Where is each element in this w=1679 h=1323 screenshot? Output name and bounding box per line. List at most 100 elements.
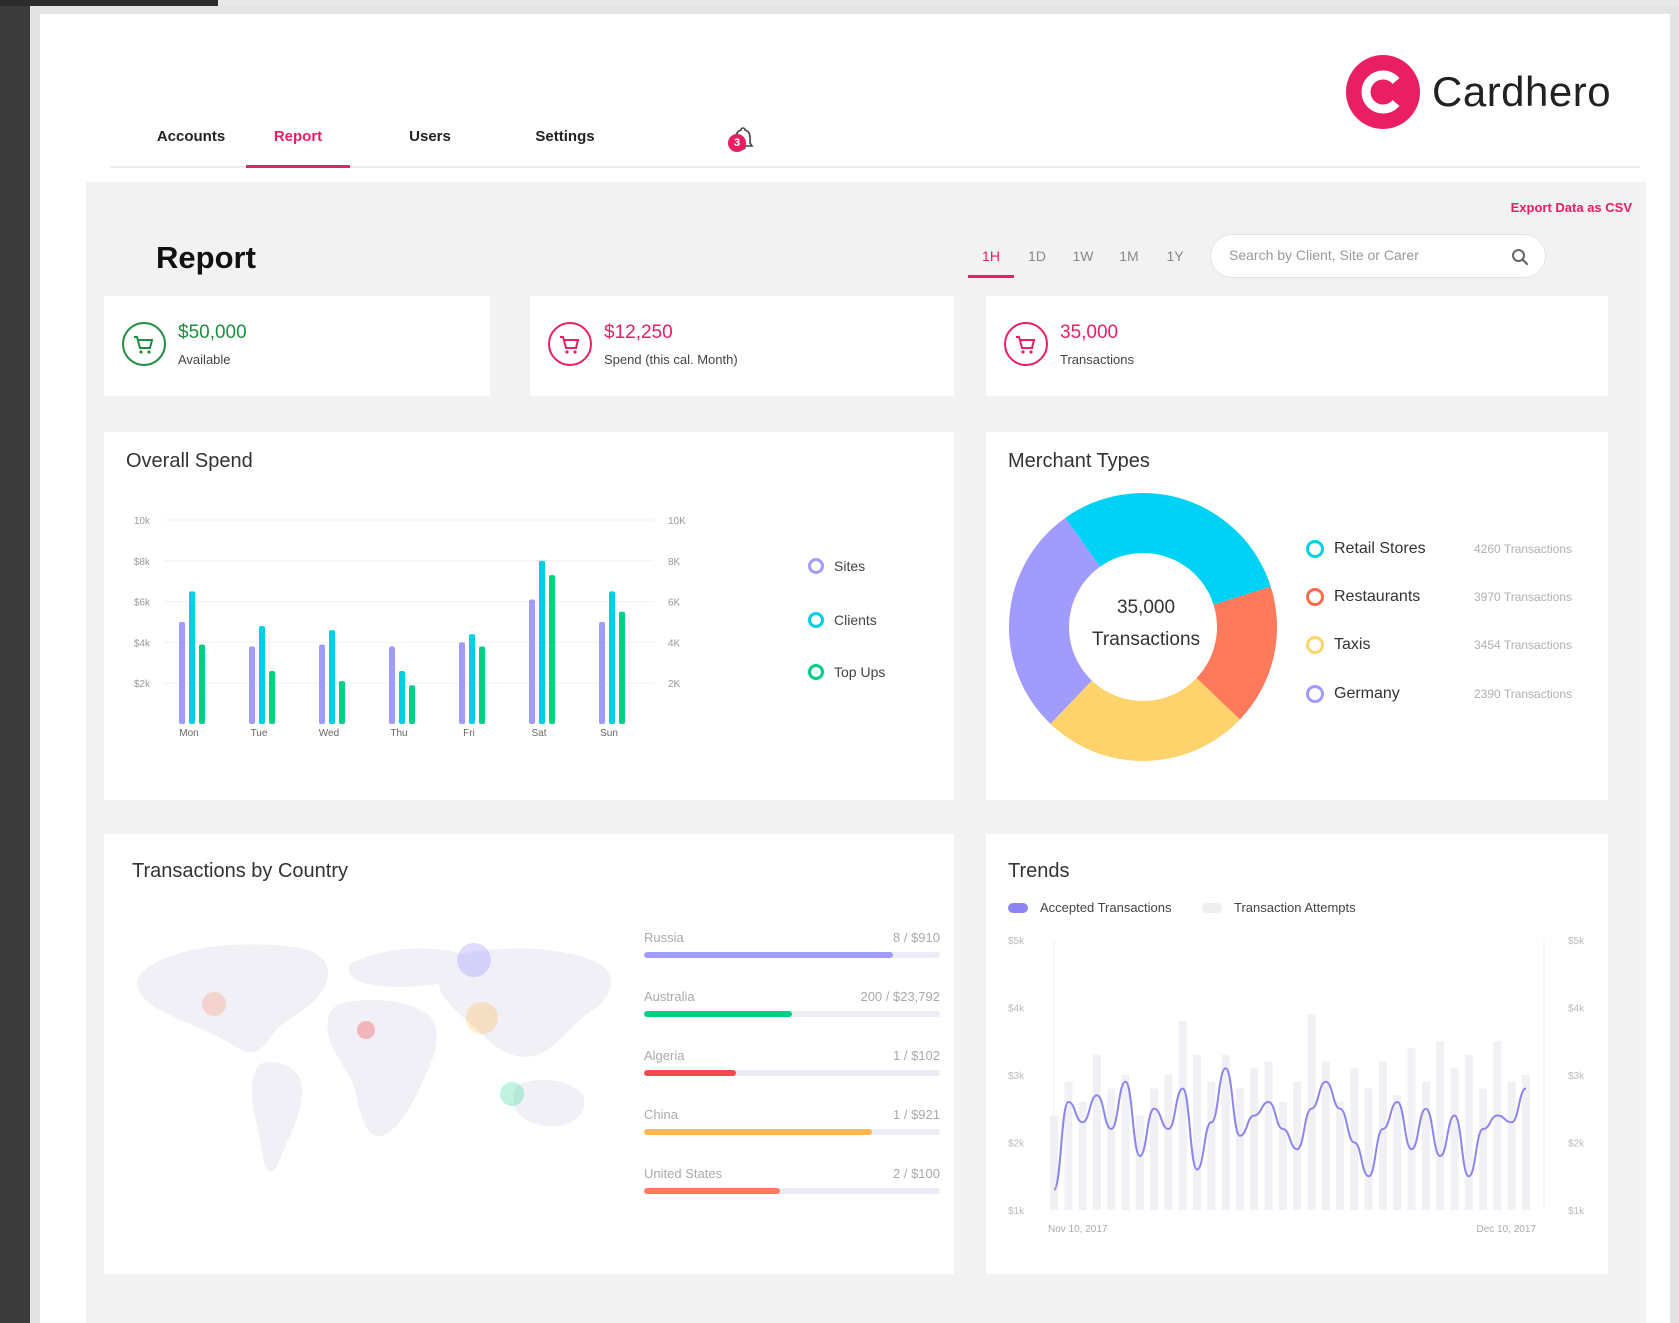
attempt-bar[interactable] bbox=[1107, 1088, 1116, 1211]
notification-badge: 3 bbox=[728, 134, 746, 152]
tab-report[interactable]: Report bbox=[246, 128, 350, 168]
legend-accepted[interactable]: Accepted Transactions bbox=[1008, 900, 1172, 915]
tab-settings[interactable]: Settings bbox=[510, 128, 620, 168]
tab-accounts[interactable]: Accounts bbox=[136, 128, 246, 168]
attempt-bar[interactable] bbox=[1507, 1081, 1516, 1210]
y-tick-right: $2k bbox=[1568, 1139, 1585, 1150]
bar-clients[interactable] bbox=[539, 560, 545, 724]
stat-label: Spend (this cal. Month) bbox=[604, 352, 738, 367]
y-tick-left: $2k bbox=[1008, 1139, 1025, 1150]
bar-sites[interactable] bbox=[319, 644, 325, 724]
donut-slice-retail-stores[interactable] bbox=[1065, 493, 1271, 605]
timeframe-1y[interactable]: 1Y bbox=[1152, 248, 1198, 278]
y-tick-right: $1k bbox=[1568, 1206, 1585, 1217]
legend-clients[interactable]: Clients bbox=[808, 612, 877, 628]
attempt-bar[interactable] bbox=[1092, 1054, 1101, 1210]
attempt-bar[interactable] bbox=[1364, 1088, 1373, 1211]
bar-clients[interactable] bbox=[399, 670, 405, 724]
bar-sites[interactable] bbox=[599, 622, 605, 724]
page-title: Report bbox=[156, 240, 256, 275]
attempt-bar[interactable] bbox=[1050, 1115, 1058, 1211]
bar-top-ups[interactable] bbox=[549, 575, 555, 724]
attempt-bar[interactable] bbox=[1164, 1075, 1173, 1210]
attempt-bar[interactable] bbox=[1121, 1075, 1130, 1210]
y-tick-right: $5k bbox=[1568, 936, 1585, 947]
country-name: Australia bbox=[644, 989, 695, 1004]
attempt-bar[interactable] bbox=[1479, 1088, 1488, 1211]
timeframe-1d[interactable]: 1D bbox=[1014, 248, 1060, 278]
bar-top-ups[interactable] bbox=[479, 646, 485, 724]
country-bar-fill bbox=[644, 952, 893, 958]
bar-top-ups[interactable] bbox=[409, 685, 415, 724]
legend-ring-icon bbox=[808, 612, 824, 628]
legend-swatch-icon bbox=[1202, 902, 1222, 913]
bar-clients[interactable] bbox=[329, 630, 335, 724]
attempt-bar[interactable] bbox=[1378, 1061, 1387, 1211]
bar-top-ups[interactable] bbox=[269, 670, 275, 724]
attempt-bar[interactable] bbox=[1078, 1102, 1087, 1210]
attempt-bar[interactable] bbox=[1450, 1068, 1459, 1210]
bar-sites[interactable] bbox=[459, 642, 465, 724]
y-tick-right: 10K bbox=[668, 516, 686, 527]
attempt-bar[interactable] bbox=[1178, 1021, 1187, 1210]
country-value: 200 / $23,792 bbox=[860, 989, 940, 1004]
search-icon[interactable] bbox=[1511, 248, 1529, 266]
merchant-name: Restaurants bbox=[1334, 588, 1421, 605]
bar-clients[interactable] bbox=[609, 591, 615, 724]
attempt-bar[interactable] bbox=[1235, 1088, 1244, 1211]
attempt-bar[interactable] bbox=[1436, 1041, 1445, 1210]
y-tick-right: 2K bbox=[668, 679, 681, 690]
legend-attempts[interactable]: Transaction Attempts bbox=[1202, 900, 1356, 915]
bar-sites[interactable] bbox=[529, 599, 535, 724]
attempt-bar[interactable] bbox=[1493, 1041, 1502, 1210]
legend-sites[interactable]: Sites bbox=[808, 558, 865, 574]
attempt-bar[interactable] bbox=[1421, 1081, 1430, 1210]
attempt-bar[interactable] bbox=[1407, 1048, 1416, 1210]
bar-top-ups[interactable] bbox=[339, 681, 345, 724]
notifications-button[interactable]: 3 bbox=[728, 124, 758, 154]
attempt-bar[interactable] bbox=[1064, 1081, 1073, 1210]
legend-top-ups[interactable]: Top Ups bbox=[808, 664, 885, 680]
merchant-legend-taxis[interactable]: Taxis 3454 Transactions bbox=[1306, 636, 1576, 654]
attempt-bar[interactable] bbox=[1393, 1095, 1402, 1210]
attempt-bar[interactable] bbox=[1193, 1054, 1202, 1210]
attempt-bar[interactable] bbox=[1221, 1054, 1230, 1210]
bar-clients[interactable] bbox=[259, 626, 265, 724]
bar-sites[interactable] bbox=[389, 646, 395, 724]
timeframe-1w[interactable]: 1W bbox=[1060, 248, 1106, 278]
bar-sites[interactable] bbox=[249, 646, 255, 724]
attempt-bar[interactable] bbox=[1207, 1081, 1216, 1210]
attempt-bar[interactable] bbox=[1135, 1115, 1144, 1211]
card-title: Trends bbox=[1008, 860, 1070, 882]
timeframe-1h[interactable]: 1H bbox=[968, 248, 1014, 278]
bar-top-ups[interactable] bbox=[619, 611, 625, 724]
attempt-bar[interactable] bbox=[1464, 1054, 1473, 1210]
attempt-bar[interactable] bbox=[1250, 1068, 1259, 1210]
bar-clients[interactable] bbox=[189, 591, 195, 724]
timeframe-1m[interactable]: 1M bbox=[1106, 248, 1152, 278]
cart-icon bbox=[548, 322, 592, 366]
search-input[interactable] bbox=[1229, 247, 1499, 263]
merchant-count: 2390 Transactions bbox=[1474, 687, 1573, 701]
legend-label: Accepted Transactions bbox=[1040, 900, 1172, 915]
merchant-legend-germany[interactable]: Germany 2390 Transactions bbox=[1306, 685, 1576, 703]
y-tick-left: $1k bbox=[1008, 1206, 1025, 1217]
app-page: Cardhero Accounts Report Users Settings … bbox=[40, 14, 1670, 1323]
bar-sites[interactable] bbox=[179, 622, 185, 724]
merchant-legend-retail[interactable]: Retail Stores 4260 Transactions bbox=[1306, 540, 1576, 558]
attempt-bar[interactable] bbox=[1522, 1075, 1530, 1210]
country-name: Russia bbox=[644, 930, 684, 945]
bar-clients[interactable] bbox=[469, 634, 475, 724]
attempt-bar[interactable] bbox=[1150, 1088, 1159, 1211]
attempt-bar[interactable] bbox=[1336, 1102, 1345, 1210]
export-csv-link[interactable]: Export Data as CSV bbox=[1511, 200, 1632, 215]
merchant-legend-restaurants[interactable]: Restaurants 3970 Transactions bbox=[1306, 588, 1576, 606]
attempt-bar[interactable] bbox=[1264, 1061, 1273, 1211]
tab-users[interactable]: Users bbox=[380, 128, 480, 168]
attempt-bar[interactable] bbox=[1278, 1102, 1287, 1210]
bar-top-ups[interactable] bbox=[199, 644, 205, 724]
card-title: Merchant Types bbox=[1008, 450, 1150, 472]
map-australia bbox=[513, 1079, 585, 1127]
x-tick-label: Fri bbox=[463, 728, 475, 739]
brand-name: Cardhero bbox=[1432, 68, 1612, 115]
